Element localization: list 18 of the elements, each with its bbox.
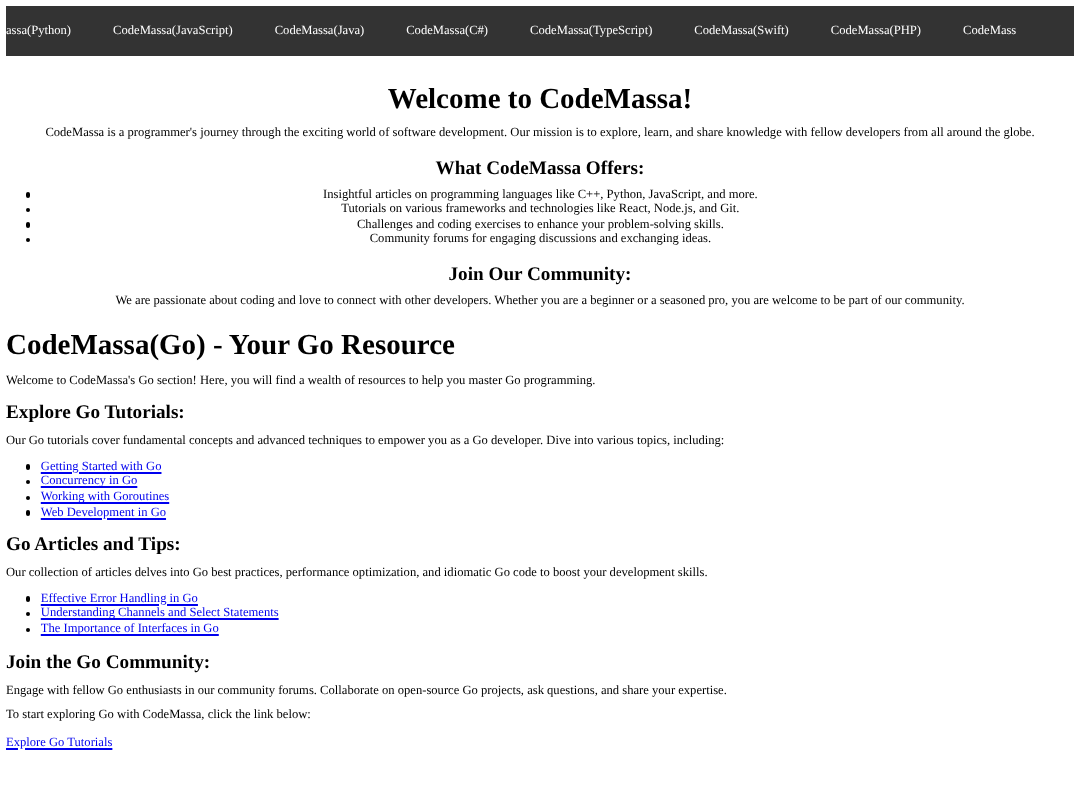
bullet-icon	[26, 510, 31, 516]
section-heading: Explore Go Tutorials:	[6, 402, 187, 425]
bullet-icon	[26, 495, 31, 500]
bullet-icon	[26, 596, 31, 602]
section-heading: Join the Go Community:	[6, 651, 213, 673]
section-heading: Go Articles and Tips:	[6, 534, 183, 557]
bullet-icon	[26, 237, 31, 243]
bullet-icon	[26, 611, 31, 617]
bullet-icon	[26, 627, 31, 632]
bullet-icon	[26, 207, 31, 213]
bullet-icon	[26, 479, 31, 485]
page-title: Welcome to CodeMassa!	[385, 84, 695, 118]
page-title: CodeMassa(Go) - Your Go Resource	[6, 329, 457, 364]
section-heading: Join Our Community:	[446, 263, 634, 286]
bullet-icon	[26, 192, 31, 198]
section-heading: What CodeMassa Offers:	[433, 157, 647, 180]
bullet-icon	[26, 222, 31, 228]
bullet-icon	[26, 464, 31, 470]
